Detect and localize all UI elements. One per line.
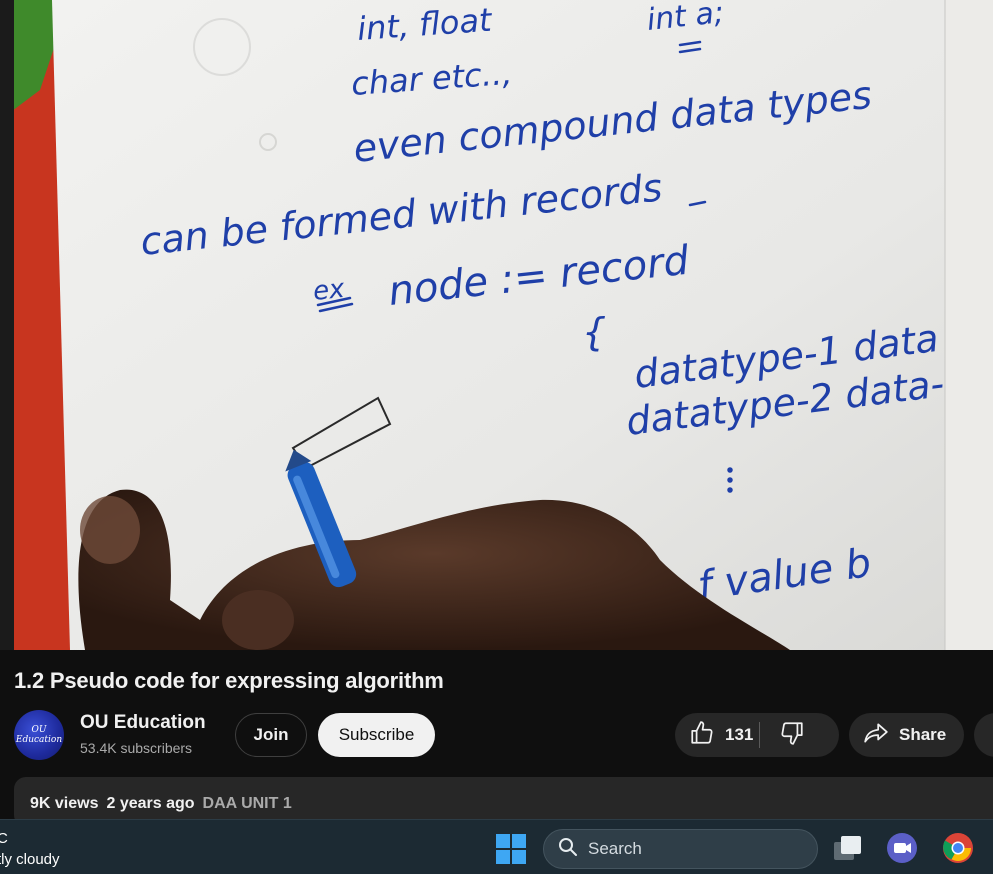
upload-date: 2 years ago <box>106 795 195 812</box>
teams-meet-icon[interactable] <box>886 832 918 864</box>
avatar[interactable]: OU Education <box>14 710 64 760</box>
avatar-text: OU Education <box>15 725 63 745</box>
video-player[interactable]: int, float int a; char etc.., even compo… <box>0 0 993 650</box>
task-view-icon[interactable] <box>832 832 864 864</box>
like-dislike-group: 131 <box>675 713 839 757</box>
channel-row: OU Education OU Education 53.4K subscrib… <box>14 710 993 760</box>
dislike-button[interactable] <box>760 713 824 757</box>
video-frame: int, float int a; char etc.., even compo… <box>0 0 993 650</box>
channel-name[interactable]: OU Education <box>80 712 206 734</box>
view-count: 9K views <box>30 795 99 812</box>
weather-description[interactable]: tly cloudy <box>0 851 60 868</box>
thumbs-up-icon <box>689 720 715 751</box>
hashtag-link[interactable]: DAA UNIT 1 <box>203 795 292 812</box>
video-title: 1.2 Pseudo code for expressing algorithm <box>14 668 444 693</box>
share-arrow-icon <box>863 720 889 751</box>
subscribe-button[interactable]: Subscribe <box>318 713 435 757</box>
share-button[interactable]: Share <box>849 713 964 757</box>
taskbar: C tly cloudy Search <box>0 819 993 874</box>
join-button[interactable]: Join <box>235 713 307 757</box>
like-button[interactable]: 131 <box>675 713 759 757</box>
windows-start-icon[interactable] <box>496 834 526 864</box>
chrome-icon[interactable] <box>942 832 974 864</box>
subscriber-count: 53.4K subscribers <box>80 740 193 756</box>
thumbs-down-icon <box>779 720 805 751</box>
description-meta: 9K views 2 years ago DAA UNIT 1 <box>30 795 292 813</box>
more-actions-button[interactable] <box>974 713 993 757</box>
hw-line6: { <box>582 310 606 354</box>
search-label: Search <box>588 839 642 858</box>
weather-temperature[interactable]: C <box>0 830 8 847</box>
taskbar-search[interactable]: Search <box>543 829 818 869</box>
like-count: 131 <box>725 725 754 744</box>
search-icon <box>558 837 578 862</box>
share-label: Share <box>899 725 947 744</box>
